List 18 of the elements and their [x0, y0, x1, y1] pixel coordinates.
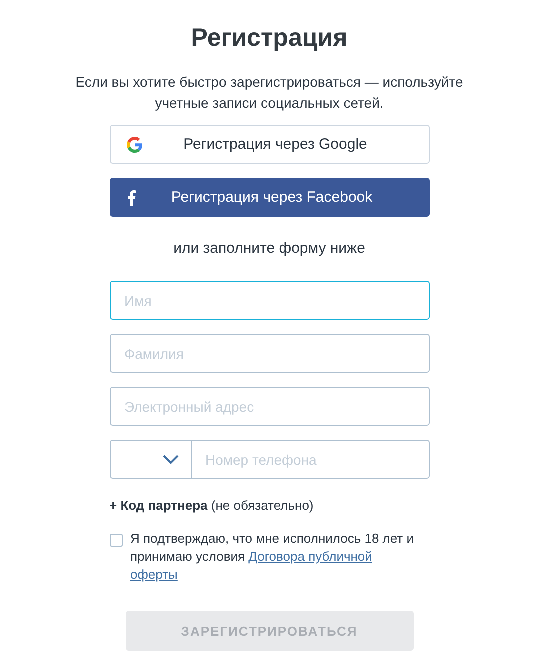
consent-text: Я подтверждаю, что мне исполнилось 18 лет и принимаю условия Договора публичной оферты: [130, 530, 416, 584]
consent-checkbox[interactable]: [110, 534, 122, 547]
country-code-select[interactable]: [110, 440, 190, 479]
divider-text: или заполните форму ниже: [172, 239, 366, 259]
facebook-signup-button[interactable]: Регистрация через Facebook: [110, 178, 430, 217]
page-title: Регистрация: [191, 23, 348, 54]
input-field[interactable]: Электронный адрес: [110, 387, 430, 426]
facebook-icon: [126, 190, 136, 206]
input-field[interactable]: Фамилия: [110, 334, 430, 373]
intro-text: Если вы хотите быстро зарегистрироваться — используйте учетные записи социальных сетей.: [74, 73, 464, 113]
google-signup-button[interactable]: Регистрация через Google: [110, 125, 430, 164]
offer-link[interactable]: оферты: [130, 567, 178, 582]
phone-field[interactable]: Номер телефона: [190, 440, 430, 479]
chevron-down-icon: [162, 454, 178, 464]
offer-link[interactable]: Договора публичной: [248, 549, 372, 564]
google-icon: [126, 136, 142, 152]
partner-code-link[interactable]: + Код партнера (не обязательно): [110, 496, 430, 516]
input-field[interactable]: Имя: [110, 281, 430, 320]
